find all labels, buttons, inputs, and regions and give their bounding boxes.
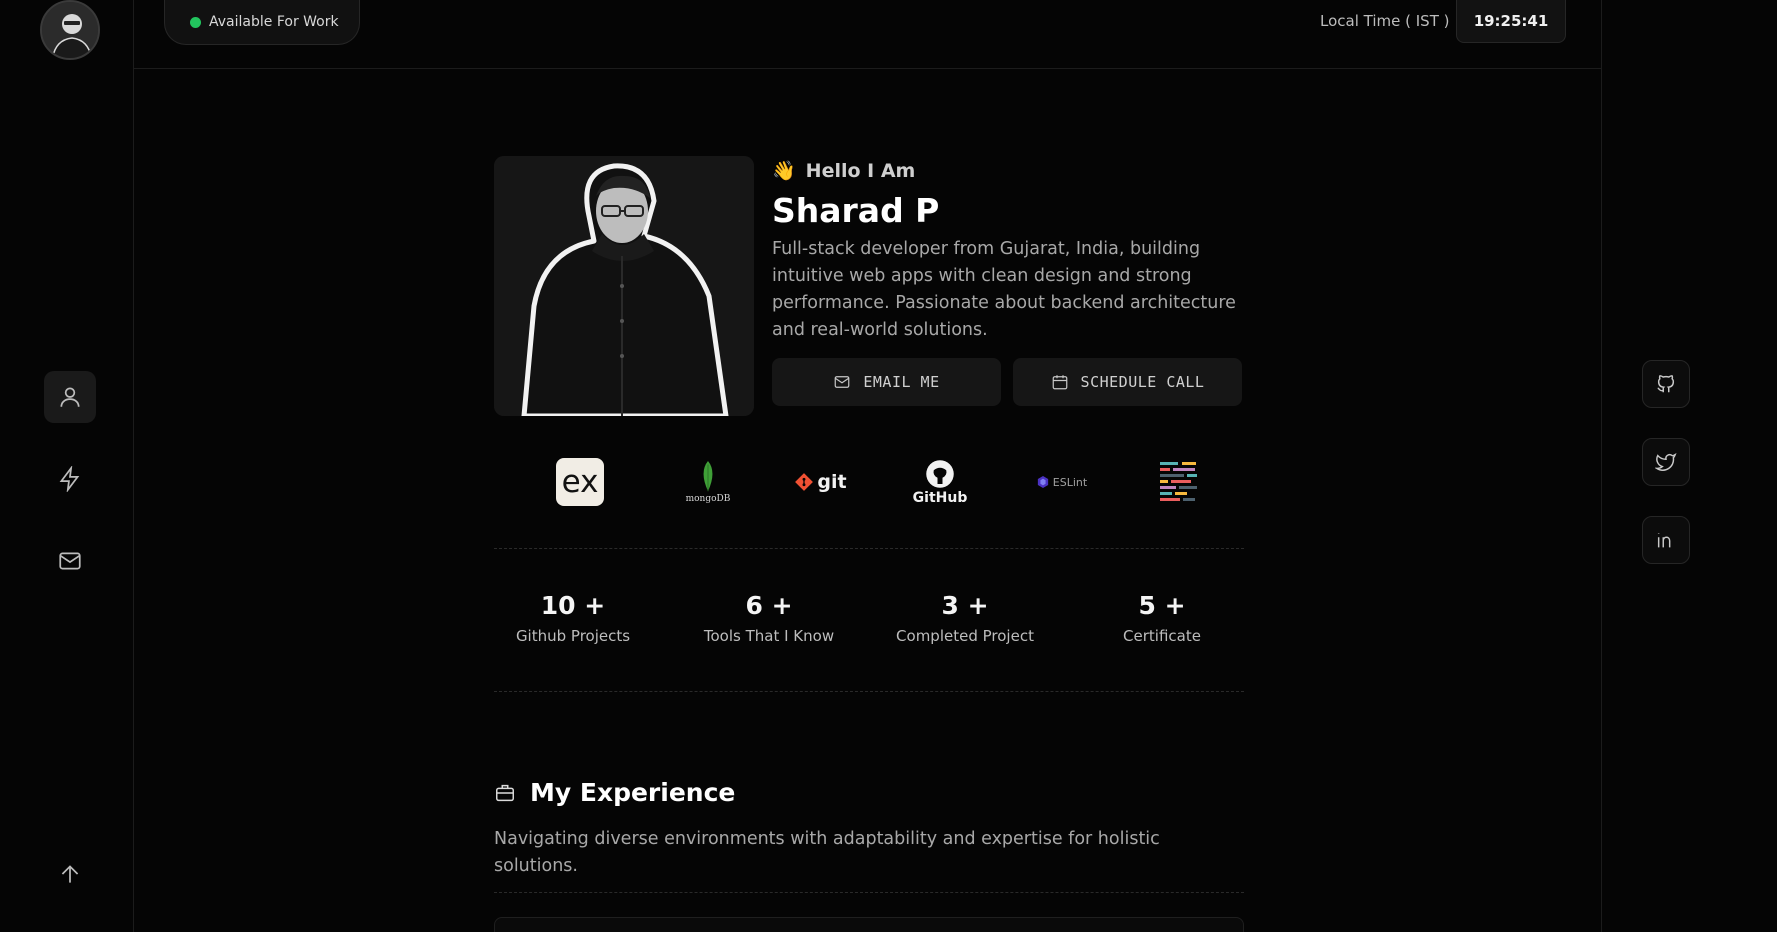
stat-label: Tools That I Know bbox=[703, 627, 835, 645]
linkedin-link[interactable] bbox=[1642, 516, 1690, 564]
nav-contact[interactable] bbox=[44, 535, 96, 587]
status-dot-icon bbox=[190, 16, 201, 28]
briefcase-icon bbox=[496, 784, 514, 801]
twitter-icon bbox=[1655, 452, 1677, 471]
stat-value: 6 + bbox=[745, 591, 793, 620]
github-icon bbox=[1657, 375, 1675, 393]
express-logo: ex bbox=[556, 456, 604, 508]
stat-label: Completed Project bbox=[896, 627, 1034, 645]
hero-bio: Full-stack developer from Gujarat, India… bbox=[772, 239, 1236, 340]
experience-heading: My Experience bbox=[494, 778, 735, 807]
stat-certificates: 5 + Certificate bbox=[1062, 591, 1262, 645]
stat-label: Github Projects bbox=[515, 627, 631, 645]
mail-icon bbox=[835, 376, 850, 388]
right-divider bbox=[1601, 0, 1602, 932]
eslint-logo: ESLint bbox=[1034, 456, 1090, 508]
git-diamond-icon bbox=[795, 473, 814, 491]
arrow-up-icon bbox=[61, 865, 79, 883]
wave-icon: 👋 bbox=[772, 160, 796, 182]
linkedin-icon bbox=[1657, 533, 1671, 548]
mongodb-logo: mongoDB bbox=[672, 456, 744, 508]
schedule-call-button[interactable]: SCHEDULE CALL bbox=[1013, 358, 1242, 406]
stat-value: 5 + bbox=[1138, 591, 1186, 620]
email-me-label: EMAIL ME bbox=[863, 373, 940, 391]
experience-title: My Experience bbox=[530, 778, 736, 807]
local-time-value: 19:25:41 bbox=[1456, 0, 1566, 43]
divider bbox=[494, 691, 1244, 692]
eslint-hex-icon bbox=[1037, 476, 1048, 488]
github-logo: GitHub bbox=[913, 456, 967, 508]
twitter-link[interactable] bbox=[1642, 438, 1690, 486]
divider bbox=[494, 892, 1244, 893]
nav-skills[interactable] bbox=[44, 453, 96, 505]
stat-github-projects: 10 + Github Projects bbox=[473, 591, 673, 645]
calendar-icon bbox=[1052, 375, 1067, 390]
prettier-icon bbox=[1160, 462, 1197, 501]
stat-label: Certificate bbox=[1123, 627, 1201, 645]
greeting: 👋 Hello I Am bbox=[772, 159, 916, 183]
lightning-icon bbox=[59, 466, 80, 492]
divider bbox=[494, 548, 1244, 549]
mongodb-leaf-icon bbox=[703, 460, 713, 491]
greeting-text: Hello I Am bbox=[805, 159, 916, 182]
stat-value: 10 + bbox=[540, 591, 606, 620]
stat-completed-projects: 3 + Completed Project bbox=[865, 591, 1065, 645]
user-icon bbox=[60, 387, 80, 407]
left-sidebar bbox=[0, 0, 134, 932]
hero-name: Sharad P bbox=[772, 191, 940, 230]
profile-photo bbox=[494, 156, 754, 416]
schedule-call-label: SCHEDULE CALL bbox=[1080, 373, 1205, 391]
email-me-button[interactable]: EMAIL ME bbox=[772, 358, 1001, 406]
prettier-logo bbox=[1158, 456, 1202, 508]
github-octocat-icon bbox=[926, 459, 954, 488]
local-time-label: Local Time ( IST ) bbox=[1320, 12, 1450, 30]
mail-icon bbox=[59, 552, 81, 570]
scroll-top-button[interactable] bbox=[44, 848, 96, 900]
stat-value: 3 + bbox=[941, 591, 989, 620]
experience-subtitle: Navigating diverse environments with ada… bbox=[494, 829, 1160, 876]
topbar-divider bbox=[134, 68, 1601, 69]
git-logo: git bbox=[795, 456, 847, 508]
nav-about[interactable] bbox=[44, 371, 96, 423]
experience-card bbox=[494, 917, 1244, 932]
github-link[interactable] bbox=[1642, 360, 1690, 408]
availability-badge: Available For Work bbox=[164, 0, 360, 45]
avatar[interactable] bbox=[40, 0, 100, 60]
availability-label: Available For Work bbox=[209, 14, 339, 30]
stat-tools: 6 + Tools That I Know bbox=[669, 591, 869, 645]
